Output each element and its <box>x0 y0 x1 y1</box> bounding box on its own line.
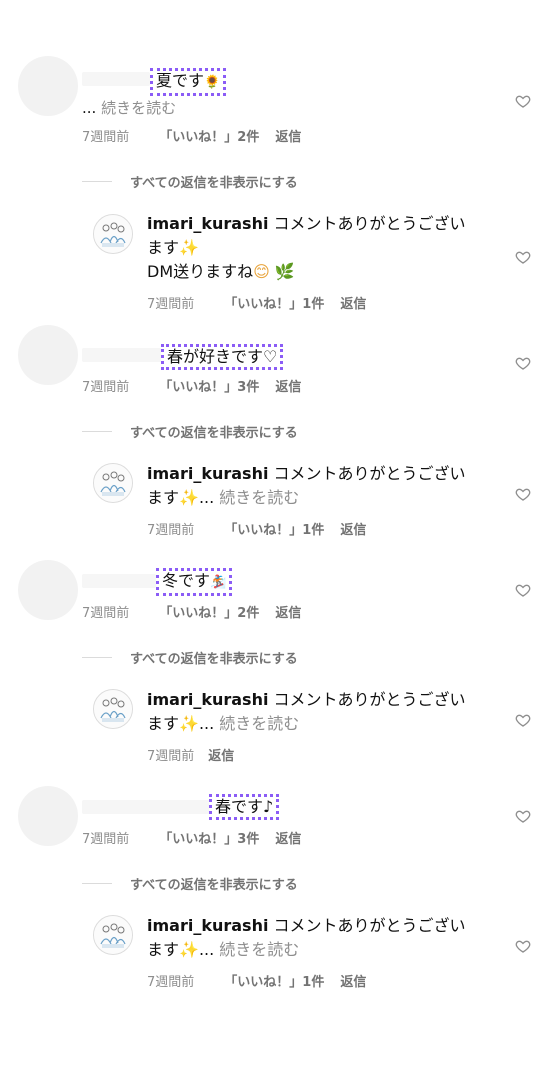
sparkles-icon: ✨ <box>179 488 199 507</box>
avatar[interactable] <box>18 786 78 846</box>
avatar[interactable] <box>93 463 133 503</box>
username-redacted <box>82 72 150 86</box>
divider <box>82 431 112 432</box>
reply-button[interactable]: 返信 <box>340 293 366 312</box>
reply-text: imari_kurashi コメントありがとうござい ます✨ DM送りますね😊 … <box>147 214 466 281</box>
like-heart-icon[interactable] <box>515 249 531 265</box>
username-redacted <box>82 800 210 814</box>
reply-button[interactable]: 返信 <box>340 971 366 990</box>
avatar[interactable] <box>93 915 133 955</box>
comment-meta: 7週間前 「いいね！」2件 返信 <box>82 602 301 621</box>
sunflower-icon: 🌻 <box>204 75 221 90</box>
like-heart-icon[interactable] <box>515 938 531 954</box>
comment-text: 春が好きです♡ <box>161 344 284 370</box>
timestamp: 7週間前 <box>147 975 195 990</box>
read-more-link[interactable]: 続きを読む <box>219 488 299 507</box>
divider <box>82 657 112 658</box>
herb-icon: 🌿 <box>274 262 295 281</box>
reply-username[interactable]: imari_kurashi <box>147 916 268 935</box>
smile-icon: 😊 <box>253 262 270 281</box>
sparkles-icon: ✨ <box>179 940 199 959</box>
timestamp: 7週間前 <box>147 297 195 312</box>
avatar[interactable] <box>18 325 78 385</box>
likes-count[interactable]: 「いいね！」2件 <box>159 126 259 145</box>
hide-replies-button[interactable]: すべての返信を非表示にする <box>82 422 298 441</box>
like-heart-icon[interactable] <box>515 712 531 728</box>
avatar[interactable] <box>18 56 78 116</box>
likes-count[interactable]: 「いいね！」1件 <box>224 971 324 990</box>
username-redacted <box>82 574 156 588</box>
sparkles-icon: ✨ <box>179 714 199 733</box>
divider <box>82 883 112 884</box>
reply-text: imari_kurashi コメントありがとうござい ます✨... 続きを読む <box>147 464 466 507</box>
timestamp: 7週間前 <box>82 380 130 395</box>
like-heart-icon[interactable] <box>515 93 531 109</box>
read-more-link[interactable]: 続きを読む <box>219 940 299 959</box>
comment-meta: 7週間前 「いいね！」3件 返信 <box>82 828 301 847</box>
avatar[interactable] <box>18 560 78 620</box>
read-more-row[interactable]: ... 続きを読む <box>82 97 176 118</box>
like-heart-icon[interactable] <box>515 808 531 824</box>
reply-meta: 7週間前 返信 <box>147 745 234 764</box>
timestamp: 7週間前 <box>147 523 195 538</box>
comment-meta: 7週間前 「いいね！」3件 返信 <box>82 376 301 395</box>
comment-text: 春です♪ <box>209 794 280 820</box>
hide-replies-button[interactable]: すべての返信を非表示にする <box>82 172 298 191</box>
avatar[interactable] <box>93 214 133 254</box>
reply-button[interactable]: 返信 <box>275 376 301 395</box>
timestamp: 7週間前 <box>82 606 130 621</box>
timestamp: 7週間前 <box>82 130 130 145</box>
reply-username[interactable]: imari_kurashi <box>147 214 268 233</box>
read-more-link[interactable]: 続きを読む <box>101 99 176 117</box>
reply-meta: 7週間前 「いいね！」1件 返信 <box>147 519 366 538</box>
reply-meta: 7週間前 「いいね！」1件 返信 <box>147 293 366 312</box>
username-redacted <box>82 348 162 362</box>
reply-meta: 7週間前 「いいね！」1件 返信 <box>147 971 366 990</box>
avatar[interactable] <box>93 689 133 729</box>
reply-text: imari_kurashi コメントありがとうござい ます✨... 続きを読む <box>147 916 466 959</box>
snowboarder-icon: 🏂 <box>210 575 227 590</box>
reply-username[interactable]: imari_kurashi <box>147 690 268 709</box>
like-heart-icon[interactable] <box>515 486 531 502</box>
likes-count[interactable]: 「いいね！」1件 <box>224 519 324 538</box>
divider <box>82 181 112 182</box>
like-heart-icon[interactable] <box>515 582 531 598</box>
reply-button[interactable]: 返信 <box>340 519 366 538</box>
read-more-link[interactable]: 続きを読む <box>219 714 299 733</box>
reply-button[interactable]: 返信 <box>275 126 301 145</box>
comment-text: 夏です🌻 <box>150 68 227 96</box>
reply-button[interactable]: 返信 <box>275 828 301 847</box>
likes-count[interactable]: 「いいね！」3件 <box>159 376 259 395</box>
reply-text: imari_kurashi コメントありがとうござい ます✨... 続きを読む <box>147 690 466 733</box>
timestamp: 7週間前 <box>147 749 195 764</box>
comment-meta: 7週間前 「いいね！」2件 返信 <box>82 126 301 145</box>
likes-count[interactable]: 「いいね！」3件 <box>159 828 259 847</box>
reply-button[interactable]: 返信 <box>208 745 234 764</box>
like-heart-icon[interactable] <box>515 355 531 371</box>
hide-replies-button[interactable]: すべての返信を非表示にする <box>82 874 298 893</box>
likes-count[interactable]: 「いいね！」1件 <box>224 293 324 312</box>
comment-text: 冬です🏂 <box>156 568 233 596</box>
hide-replies-button[interactable]: すべての返信を非表示にする <box>82 648 298 667</box>
likes-count[interactable]: 「いいね！」2件 <box>159 602 259 621</box>
reply-button[interactable]: 返信 <box>275 602 301 621</box>
reply-username[interactable]: imari_kurashi <box>147 464 268 483</box>
timestamp: 7週間前 <box>82 832 130 847</box>
sparkles-icon: ✨ <box>179 238 199 257</box>
